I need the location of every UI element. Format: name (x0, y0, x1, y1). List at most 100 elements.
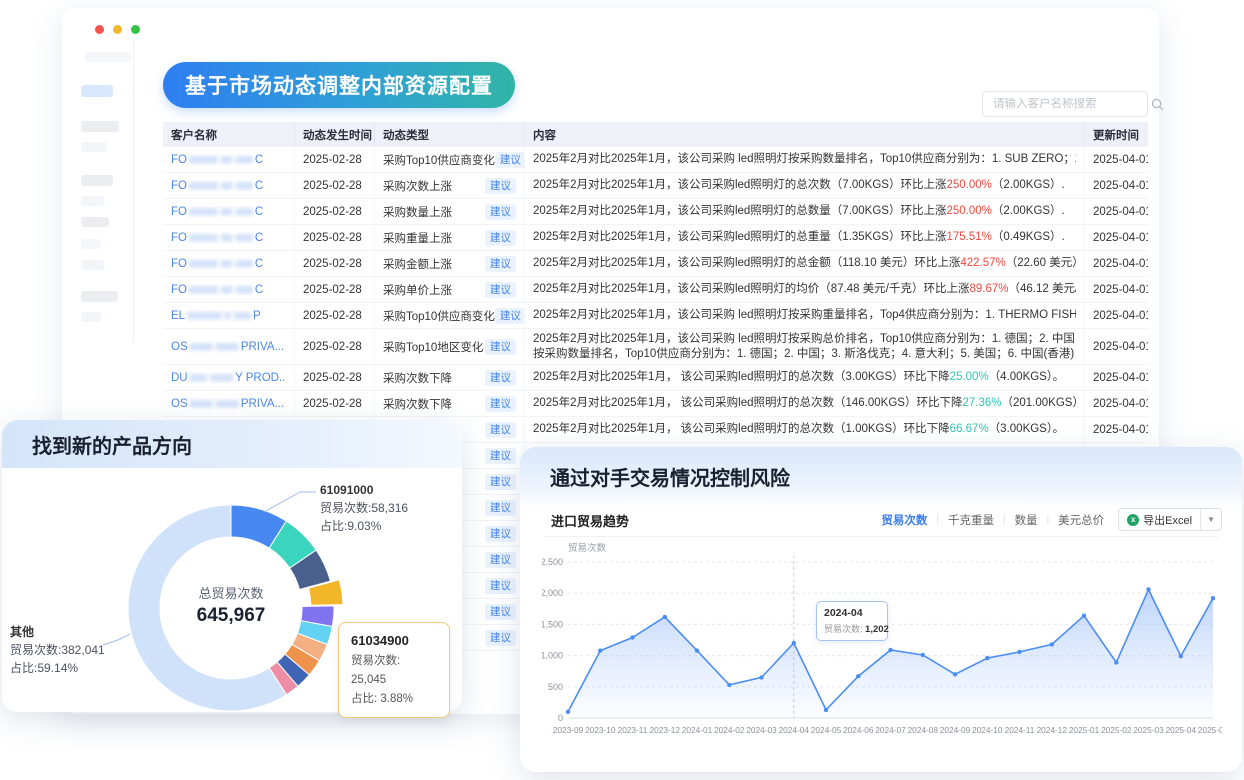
callout-leader-line (264, 492, 316, 512)
customer-link[interactable]: FOxxxxx xx xxxC (171, 180, 263, 192)
customer-link[interactable]: FOxxxxx xx xxxC (171, 232, 263, 244)
suggestion-badge[interactable]: 建议 (485, 282, 516, 298)
data-point[interactable] (792, 641, 796, 645)
suggestion-badge[interactable]: 建议 (485, 396, 516, 412)
customer-link[interactable]: FOxxxxx xx xxxC (171, 206, 263, 218)
suggestion-badge[interactable]: 建议 (485, 422, 516, 438)
data-point[interactable] (663, 615, 667, 619)
data-point[interactable] (630, 635, 634, 639)
customer-link[interactable]: OSxxxx xxxxPRIVA... (171, 398, 286, 410)
data-point[interactable] (953, 672, 957, 676)
dynamic-content: 2025年2月对比2025年1月， 该公司采购led照明灯的总次数（1.00KG… (525, 417, 1085, 442)
suggestion-badge[interactable]: 建议 (485, 500, 516, 516)
suggestion-badge[interactable]: 建议 (485, 448, 516, 464)
data-point[interactable] (985, 656, 989, 660)
col-content: 内容 (525, 122, 1085, 147)
data-point[interactable] (759, 675, 763, 679)
dynamic-date: 2025-02-28 (295, 147, 375, 172)
svg-text:2024-05: 2024-05 (811, 725, 842, 735)
window-close-icon[interactable] (95, 25, 104, 34)
sidebar-item[interactable] (81, 239, 101, 249)
data-point[interactable] (1050, 642, 1054, 646)
svg-text:2025-04: 2025-04 (1166, 725, 1197, 735)
suggestion-badge[interactable]: 建议 (495, 152, 525, 168)
data-point[interactable] (695, 648, 699, 652)
sidebar-item[interactable] (81, 260, 104, 270)
col-type: 动态类型 (375, 122, 525, 147)
svg-text:2024-01: 2024-01 (682, 725, 713, 735)
donut-callout-61091000: 61091000 贸易次数:58,316 占比:9.03% (320, 481, 408, 535)
dynamic-type: 采购Top10地区变化 (383, 339, 483, 355)
customer-link[interactable]: ELxxxxxx x xxxP (171, 310, 261, 322)
sidebar-item[interactable] (81, 142, 107, 152)
customer-link[interactable]: DUxxx xxxxY PROD... (171, 372, 286, 384)
suggestion-badge[interactable]: 建议 (485, 230, 516, 246)
svg-text:2024-11: 2024-11 (1005, 725, 1035, 735)
import-trend-line-chart[interactable]: 05001,0001,5002,0002,500贸易次数 2023-092023… (542, 543, 1222, 747)
window-maximize-icon[interactable] (131, 25, 140, 34)
data-point[interactable] (727, 683, 731, 687)
tab-quantity[interactable]: 数量 (1015, 512, 1038, 528)
dynamic-date: 2025-02-28 (295, 329, 375, 364)
dynamic-type: 采购次数下降 (383, 370, 452, 386)
suggestion-badge[interactable]: 建议 (485, 256, 516, 272)
export-excel-button[interactable]: x 导出Excel ▼ (1118, 508, 1222, 531)
sidebar-item-selected[interactable] (81, 85, 113, 97)
tab-kg-weight[interactable]: 千克重量 (948, 512, 994, 528)
table-row: FOxxxxx xx xxxC2025-02-28采购数量上涨建议2025年2月… (163, 199, 1148, 225)
data-point[interactable] (598, 648, 602, 652)
sidebar-item[interactable] (81, 121, 119, 132)
customer-link[interactable]: FOxxxxx xx xxxC (171, 284, 263, 296)
col-customer: 客户名称 (163, 122, 295, 147)
suggestion-badge[interactable]: 建议 (495, 308, 525, 324)
suggestion-badge[interactable]: 建议 (485, 370, 516, 386)
sidebar-item[interactable] (81, 196, 104, 206)
data-point[interactable] (566, 710, 570, 714)
sidebar-item[interactable] (81, 217, 109, 227)
svg-text:2025-05: 2025-05 (1198, 725, 1222, 735)
sidebar-item[interactable] (81, 175, 113, 186)
suggestion-badge[interactable]: 建议 (485, 630, 516, 646)
suggestion-badge[interactable]: 建议 (485, 604, 516, 620)
customer-link[interactable]: OSxxxx xxxxPRIVA... (171, 341, 286, 353)
suggestion-badge[interactable]: 建议 (485, 339, 516, 355)
data-point[interactable] (1082, 614, 1086, 618)
data-point[interactable] (888, 648, 892, 652)
search-icon[interactable] (1151, 98, 1164, 111)
search-input[interactable] (983, 98, 1151, 110)
data-point[interactable] (1211, 596, 1215, 600)
sidebar-item[interactable] (85, 52, 131, 62)
dynamic-type: 采购次数上涨 (383, 178, 452, 194)
sidebar-item[interactable] (81, 312, 101, 322)
suggestion-badge[interactable]: 建议 (485, 474, 516, 490)
customer-link[interactable]: FOxxxxx xx xxxC (171, 154, 263, 166)
data-point[interactable] (1179, 654, 1183, 658)
tab-usd-total[interactable]: 美元总价 (1058, 512, 1104, 528)
export-chevron-down-icon[interactable]: ▼ (1200, 509, 1221, 530)
window-minimize-icon[interactable] (113, 25, 122, 34)
callout-leader-line (103, 634, 130, 645)
sidebar-divider (133, 38, 134, 343)
data-point[interactable] (921, 653, 925, 657)
dynamic-type: 采购金额上涨 (383, 256, 452, 272)
svg-text:2025-02: 2025-02 (1101, 725, 1132, 735)
tab-trade-count[interactable]: 贸易次数 (881, 512, 927, 528)
data-point[interactable] (856, 674, 860, 678)
suggestion-badge[interactable]: 建议 (485, 526, 516, 542)
data-point[interactable] (1017, 650, 1021, 654)
suggestion-badge[interactable]: 建议 (485, 204, 516, 220)
data-point[interactable] (1114, 660, 1118, 664)
table-row: OSxxxx xxxxPRIVA...2025-02-28采购次数下降建议202… (163, 391, 1148, 417)
sidebar-item[interactable] (81, 291, 118, 302)
customer-search (982, 91, 1148, 117)
line-panel-title: 通过对手交易情况控制风险 (550, 462, 790, 491)
dynamic-content: 2025年2月对比2025年1月，该公司采购led照明灯的均价（87.48 美元… (525, 277, 1085, 302)
suggestion-badge[interactable]: 建议 (485, 552, 516, 568)
data-point[interactable] (1146, 587, 1150, 591)
tab-separator: | (1047, 514, 1050, 525)
customer-link[interactable]: FOxxxxx xx xxxC (171, 258, 263, 270)
suggestion-badge[interactable]: 建议 (485, 178, 516, 194)
data-point[interactable] (824, 708, 828, 712)
svg-text:2,500: 2,500 (542, 557, 563, 567)
suggestion-badge[interactable]: 建议 (485, 578, 516, 594)
